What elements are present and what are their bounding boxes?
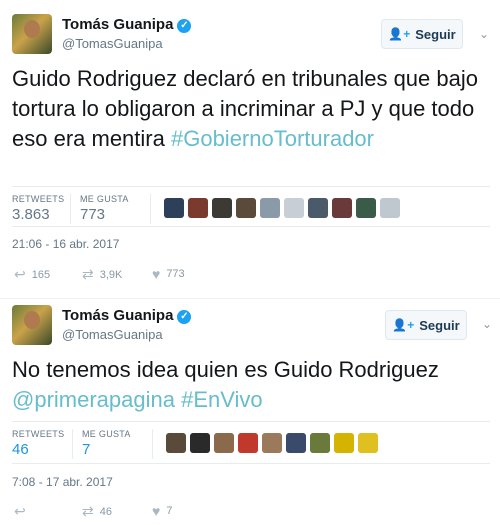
tweet-1: Tomás Guanipa ✓ @TomasGuanipa 👤+ Seguir ⌄… bbox=[0, 0, 500, 292]
chevron-down-icon[interactable]: ⌄ bbox=[479, 27, 489, 41]
divider bbox=[12, 463, 490, 464]
avatar[interactable] bbox=[12, 305, 52, 345]
liker-avatar[interactable] bbox=[310, 433, 330, 453]
liked-by-avatars bbox=[166, 433, 378, 453]
liker-avatar[interactable] bbox=[358, 433, 378, 453]
follow-button[interactable]: 👤+ Seguir bbox=[385, 310, 467, 340]
likes-label: ME GUSTA bbox=[82, 429, 131, 439]
liker-avatar[interactable] bbox=[260, 198, 280, 218]
tweet-text: No tenemos idea quien es Guido Rodriguez… bbox=[12, 357, 439, 412]
likes-label: ME GUSTA bbox=[80, 194, 129, 204]
liker-avatar[interactable] bbox=[332, 198, 352, 218]
retweet-action[interactable]: ⇄ 46 bbox=[82, 503, 112, 520]
divider bbox=[12, 226, 490, 227]
like-action[interactable]: ♥ 773 bbox=[152, 266, 185, 282]
reply-action[interactable]: ↩ bbox=[14, 503, 32, 520]
retweet-icon: ⇄ bbox=[82, 266, 94, 282]
user-name[interactable]: Tomás Guanipa ✓ bbox=[62, 307, 192, 324]
liker-avatar[interactable] bbox=[238, 433, 258, 453]
reply-icon: ↩ bbox=[14, 503, 26, 519]
retweets-label: RETWEETS bbox=[12, 194, 65, 204]
verified-icon: ✓ bbox=[177, 19, 192, 33]
heart-icon: ♥ bbox=[152, 503, 161, 519]
liker-avatar[interactable] bbox=[356, 198, 376, 218]
liker-avatar[interactable] bbox=[308, 198, 328, 218]
chevron-down-icon[interactable]: ⌄ bbox=[482, 317, 492, 331]
verified-icon: ✓ bbox=[177, 310, 192, 324]
add-user-icon: 👤+ bbox=[392, 318, 415, 332]
follow-button[interactable]: 👤+ Seguir bbox=[381, 19, 463, 49]
liker-avatar[interactable] bbox=[188, 198, 208, 218]
user-handle[interactable]: @TomasGuanipa bbox=[62, 36, 163, 51]
user-name[interactable]: Tomás Guanipa ✓ bbox=[62, 16, 192, 33]
liker-avatar[interactable] bbox=[164, 198, 184, 218]
divider bbox=[70, 194, 71, 224]
retweets-label: RETWEETS bbox=[12, 429, 65, 439]
heart-icon: ♥ bbox=[152, 266, 161, 282]
add-user-icon: 👤+ bbox=[388, 27, 411, 41]
liker-avatar[interactable] bbox=[214, 433, 234, 453]
tweet-2: Tomás Guanipa ✓ @TomasGuanipa 👤+ Seguir ⌄… bbox=[0, 298, 500, 525]
tweet-text: Guido Rodriguez declaró en tribunales qu… bbox=[12, 66, 478, 151]
liker-avatar[interactable] bbox=[380, 198, 400, 218]
user-handle[interactable]: @TomasGuanipa bbox=[62, 327, 163, 342]
divider bbox=[72, 429, 73, 459]
liker-avatar[interactable] bbox=[284, 198, 304, 218]
hashtag-link[interactable]: #EnVivo bbox=[181, 387, 263, 412]
divider bbox=[12, 421, 490, 422]
likes-count[interactable]: 773 bbox=[80, 206, 105, 223]
liker-avatar[interactable] bbox=[166, 433, 186, 453]
timestamp[interactable]: 7:08 - 17 abr. 2017 bbox=[12, 475, 113, 489]
liker-avatar[interactable] bbox=[212, 198, 232, 218]
retweet-action[interactable]: ⇄ 3,9K bbox=[82, 266, 122, 283]
retweets-count[interactable]: 3.863 bbox=[12, 206, 50, 223]
divider bbox=[12, 186, 490, 187]
mention-link[interactable]: @primerapagina bbox=[12, 387, 175, 412]
retweet-icon: ⇄ bbox=[82, 503, 94, 519]
liker-avatar[interactable] bbox=[334, 433, 354, 453]
liker-avatar[interactable] bbox=[236, 198, 256, 218]
likes-count[interactable]: 7 bbox=[82, 441, 90, 458]
reply-action[interactable]: ↩ 165 bbox=[14, 266, 50, 283]
liker-avatar[interactable] bbox=[286, 433, 306, 453]
divider bbox=[152, 429, 153, 459]
timestamp[interactable]: 21:06 - 16 abr. 2017 bbox=[12, 237, 119, 251]
retweets-count[interactable]: 46 bbox=[12, 441, 29, 458]
divider bbox=[150, 194, 151, 224]
liked-by-avatars bbox=[164, 198, 400, 218]
avatar[interactable] bbox=[12, 14, 52, 54]
hashtag-link[interactable]: #GobiernoTorturador bbox=[171, 126, 374, 151]
reply-icon: ↩ bbox=[14, 266, 26, 282]
liker-avatar[interactable] bbox=[262, 433, 282, 453]
liker-avatar[interactable] bbox=[190, 433, 210, 453]
like-action[interactable]: ♥ 7 bbox=[152, 503, 172, 519]
